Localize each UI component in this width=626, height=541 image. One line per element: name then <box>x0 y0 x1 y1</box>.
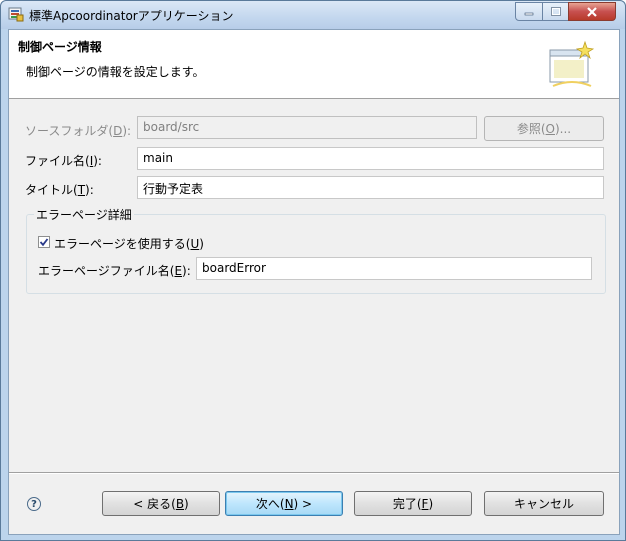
dialog-client: 制御ページ情報 制御ページの情報を設定します。 ソースフォルダ(D): boar… <box>8 29 620 535</box>
error-file-input[interactable]: boardError <box>196 257 592 280</box>
error-file-label-text: エラーページファイル名( <box>38 264 175 278</box>
minimize-button[interactable] <box>515 2 543 21</box>
wizard-banner-icon <box>549 40 595 87</box>
window-title: 標準Apcoordinatorアプリケーション <box>29 9 234 23</box>
back-button[interactable]: < 戻る(B) <box>102 491 220 516</box>
dialog-window: 標準Apcoordinatorアプリケーション 制御ページ情報 制御ページの情報… <box>0 0 626 541</box>
maximize-icon <box>550 7 561 16</box>
file-name-input[interactable]: main <box>137 147 604 170</box>
error-file-mnemonic: E <box>174 264 183 278</box>
help-icon[interactable]: ? <box>27 497 41 511</box>
use-error-page-checkbox[interactable] <box>38 236 50 248</box>
source-folder-label-text: ソースフォルダ( <box>25 124 114 138</box>
finish-label: 完了( <box>392 497 422 511</box>
error-page-group <box>26 214 606 294</box>
wizard-banner: 制御ページ情報 制御ページの情報を設定します。 <box>9 30 619 99</box>
title-label-suffix: ): <box>85 183 94 197</box>
error-page-group-title: エラーページ詳細 <box>34 206 134 223</box>
file-name-label-text: ファイル名( <box>25 154 90 168</box>
next-mnemonic: N <box>284 496 294 511</box>
title-label-text: タイトル( <box>25 183 78 197</box>
use-error-page-label-text: エラーページを使用する( <box>54 237 191 251</box>
file-name-label-suffix: ): <box>93 154 102 168</box>
finish-label-suffix: ) <box>428 496 434 511</box>
browse-button: 参照(O)... <box>484 116 604 141</box>
use-error-page-label[interactable]: エラーページを使用する(U) <box>54 235 204 252</box>
title-mnemonic: T <box>77 183 86 197</box>
cancel-label: キャンセル <box>513 497 574 511</box>
title-input[interactable]: 行動予定表 <box>137 176 604 199</box>
maximize-button[interactable] <box>542 2 569 21</box>
cancel-button[interactable]: キャンセル <box>484 491 604 516</box>
close-button[interactable] <box>568 2 616 21</box>
browse-label: 参照( <box>516 122 546 136</box>
page-title: 制御ページ情報 <box>18 40 102 54</box>
error-file-label: エラーページファイル名(E): <box>38 262 191 279</box>
page-description: 制御ページの情報を設定します。 <box>26 65 205 79</box>
minimize-icon <box>524 12 534 15</box>
footer-separator-highlight <box>9 473 619 474</box>
next-button[interactable]: 次へ(N) > <box>225 491 343 516</box>
finish-mnemonic: F <box>421 496 429 511</box>
source-folder-field: board/src <box>137 116 477 139</box>
app-icon <box>8 7 24 22</box>
source-folder-label-suffix: ): <box>122 124 132 138</box>
next-label: 次へ( <box>255 497 285 511</box>
use-error-page-label-suffix: ) <box>199 237 204 251</box>
next-label-suffix: ) > <box>293 496 313 511</box>
source-folder-label: ソースフォルダ(D): <box>25 122 131 139</box>
source-folder-mnemonic: D <box>113 124 123 138</box>
use-error-page-mnemonic: U <box>190 237 200 251</box>
error-file-label-suffix: ): <box>182 264 191 278</box>
finish-button[interactable]: 完了(F) <box>354 491 472 516</box>
browse-mnemonic: O <box>545 121 555 136</box>
back-label: < 戻る( <box>133 497 176 511</box>
file-name-label: ファイル名(I): <box>25 152 102 169</box>
browse-label-suffix: )... <box>555 121 572 136</box>
checkmark-icon <box>39 238 49 247</box>
back-mnemonic: B <box>175 496 185 511</box>
back-label-suffix: ) <box>184 496 189 511</box>
title-bar[interactable]: 標準Apcoordinatorアプリケーション <box>1 1 625 29</box>
close-icon <box>587 6 597 17</box>
title-label: タイトル(T): <box>25 181 94 198</box>
